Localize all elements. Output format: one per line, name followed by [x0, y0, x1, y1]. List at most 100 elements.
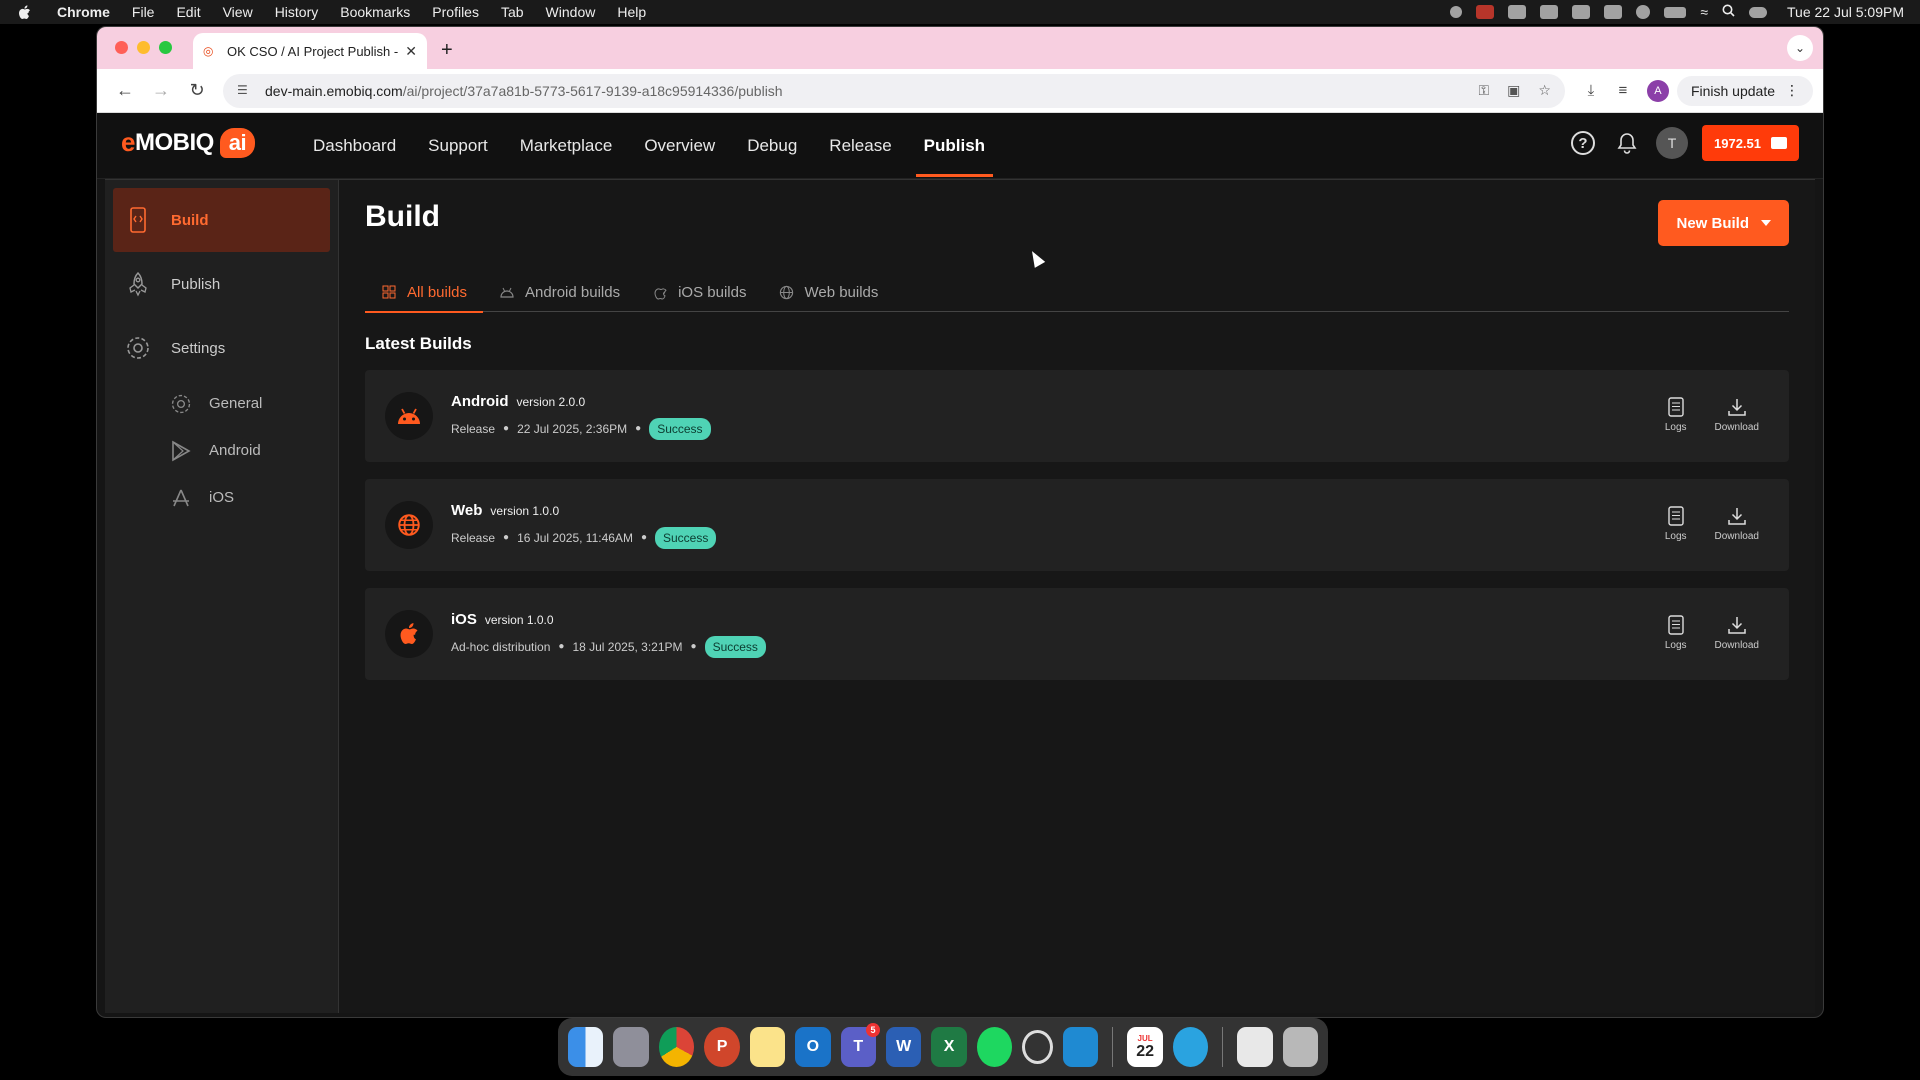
downloads-icon[interactable]: ⤓	[1575, 82, 1607, 99]
help-button[interactable]: ?	[1568, 128, 1598, 158]
sidebar-item-settings[interactable]: Settings	[113, 316, 330, 380]
menu-help[interactable]: Help	[617, 4, 646, 20]
downloads-stack-icon[interactable]	[1237, 1027, 1273, 1067]
sidebar-subitem-label: Android	[209, 442, 261, 459]
spotify-icon[interactable]	[976, 1027, 1013, 1067]
notifications-button[interactable]	[1612, 128, 1642, 158]
build-date: 18 Jul 2025, 3:21PM	[572, 639, 683, 654]
app-store-icon	[169, 486, 193, 510]
chrome-icon[interactable]	[658, 1027, 695, 1067]
logo-e: e	[121, 127, 135, 157]
menubar-clock[interactable]: Tue 22 Jul 5:09PM	[1787, 4, 1904, 20]
trash-icon[interactable]	[1282, 1027, 1318, 1067]
powerpoint-icon[interactable]: P	[704, 1027, 740, 1067]
sidebar-item-build[interactable]: Build	[113, 188, 330, 252]
circle-app-icon[interactable]	[1022, 1030, 1054, 1064]
sidebar-item-label: Settings	[171, 339, 226, 357]
fullscreen-window-button[interactable]	[159, 41, 172, 54]
nav-debug[interactable]: Debug	[731, 113, 813, 179]
word-icon[interactable]: W	[886, 1027, 922, 1067]
play-icon[interactable]	[1636, 5, 1651, 19]
sidebar-subitem-ios[interactable]: iOS	[113, 474, 330, 521]
nav-publish[interactable]: Publish	[908, 113, 1001, 179]
tab-web-builds[interactable]: Web builds	[762, 272, 894, 312]
finder-icon[interactable]	[568, 1027, 604, 1067]
menu-profiles[interactable]: Profiles	[432, 4, 479, 20]
teams-status-icon[interactable]	[1572, 5, 1591, 19]
notes-icon[interactable]	[749, 1027, 786, 1067]
minimize-window-button[interactable]	[137, 41, 150, 54]
download-button[interactable]: Download	[1715, 505, 1759, 542]
nav-overview[interactable]: Overview	[628, 113, 731, 179]
logs-button[interactable]: Logs	[1665, 396, 1687, 433]
launchpad-icon[interactable]	[613, 1027, 649, 1067]
wifi-icon[interactable]: ≈	[1700, 4, 1708, 20]
menu-file[interactable]: File	[132, 4, 155, 20]
finish-update-button[interactable]: Finish update ⋮	[1676, 75, 1813, 106]
spotlight-search-icon[interactable]	[1722, 4, 1735, 20]
install-app-icon[interactable]: ▣	[1507, 82, 1520, 99]
back-button[interactable]: ←	[107, 80, 143, 101]
separator-dot: ●	[635, 423, 642, 434]
control-center-icon[interactable]	[1749, 6, 1767, 18]
menu-window[interactable]: Window	[546, 4, 596, 20]
close-window-button[interactable]	[115, 41, 128, 54]
user-avatar[interactable]: T	[1656, 127, 1688, 159]
password-key-icon[interactable]: ⚿	[1478, 82, 1489, 99]
sidebar-subitem-general[interactable]: General	[113, 380, 330, 427]
forward-button[interactable]: →	[143, 80, 179, 101]
battery-icon[interactable]	[1664, 6, 1687, 18]
outlook-icon[interactable]: O	[795, 1027, 831, 1067]
nav-release[interactable]: Release	[813, 113, 907, 179]
new-build-button[interactable]: New Build	[1658, 200, 1789, 246]
menu-history[interactable]: History	[275, 4, 319, 20]
logs-button[interactable]: Logs	[1665, 614, 1687, 651]
new-build-label: New Build	[1676, 214, 1749, 232]
download-button[interactable]: Download	[1715, 396, 1759, 433]
bookmark-star-icon[interactable]: ☆	[1538, 82, 1551, 99]
address-bar[interactable]: ☰ dev-main.emobiq.com/ai/project/37a7a81…	[223, 73, 1565, 108]
download-button[interactable]: Download	[1715, 614, 1759, 651]
screen-share-icon[interactable]	[1604, 5, 1623, 19]
menu-tab[interactable]: Tab	[501, 4, 524, 20]
tab-android-builds[interactable]: Android builds	[483, 272, 636, 312]
cloud-icon[interactable]	[1540, 5, 1559, 19]
excel-icon[interactable]: X	[931, 1027, 967, 1067]
nav-dashboard[interactable]: Dashboard	[297, 113, 412, 179]
menubar-app-name[interactable]: Chrome	[57, 4, 110, 20]
main-panel: Build New Build All builds Android build…	[339, 179, 1815, 1013]
nav-support[interactable]: Support	[412, 113, 504, 179]
sidebar-item-publish[interactable]: Publish	[113, 252, 330, 316]
build-tabs: All builds Android builds iOS builds Web…	[365, 272, 1789, 313]
menu-edit[interactable]: Edit	[176, 4, 200, 20]
profile-avatar[interactable]: A	[1646, 79, 1669, 102]
tab-ios-builds[interactable]: iOS builds	[636, 272, 762, 312]
build-version: version 1.0.0	[490, 503, 560, 518]
apple-menu-icon[interactable]	[14, 4, 34, 20]
tab-all-builds[interactable]: All builds	[365, 272, 484, 313]
tab-search-button[interactable]: ⌄	[1787, 35, 1813, 61]
new-tab-button[interactable]: +	[441, 39, 453, 62]
calendar-icon[interactable]: JUL 22	[1127, 1027, 1163, 1067]
emobiq-logo[interactable]: e MOBIQ ai	[121, 127, 256, 158]
vscode-icon[interactable]	[1063, 1027, 1099, 1067]
browser-tab-active[interactable]: ◎ OK CSO / AI Project Publish - ✕	[193, 33, 427, 69]
credits-button[interactable]: 1972.51	[1702, 125, 1799, 161]
tab-strip: ◎ OK CSO / AI Project Publish - ✕ + ⌄	[97, 27, 1823, 69]
sidebar-subitem-android[interactable]: Android	[113, 427, 330, 474]
menu-view[interactable]: View	[223, 4, 253, 20]
app-status-icon[interactable]	[1476, 5, 1495, 19]
reload-button[interactable]: ↻	[179, 80, 215, 101]
logs-button[interactable]: Logs	[1665, 505, 1687, 542]
teams-icon[interactable]: T5	[840, 1023, 880, 1067]
site-info-icon[interactable]: ☰	[237, 83, 253, 99]
menu-bookmarks[interactable]: Bookmarks	[340, 4, 410, 20]
telegram-icon[interactable]	[1172, 1027, 1209, 1067]
more-vertical-icon: ⋮	[1785, 82, 1799, 98]
record-icon[interactable]	[1450, 6, 1463, 18]
menubar-status-area: ≈ Tue 22 Jul 5:09PM	[1450, 0, 1904, 24]
nav-marketplace[interactable]: Marketplace	[504, 113, 629, 179]
media-controls-icon[interactable]: ≡	[1607, 82, 1639, 99]
outlook-status-icon[interactable]	[1508, 5, 1527, 19]
close-tab-icon[interactable]: ✕	[405, 43, 417, 60]
